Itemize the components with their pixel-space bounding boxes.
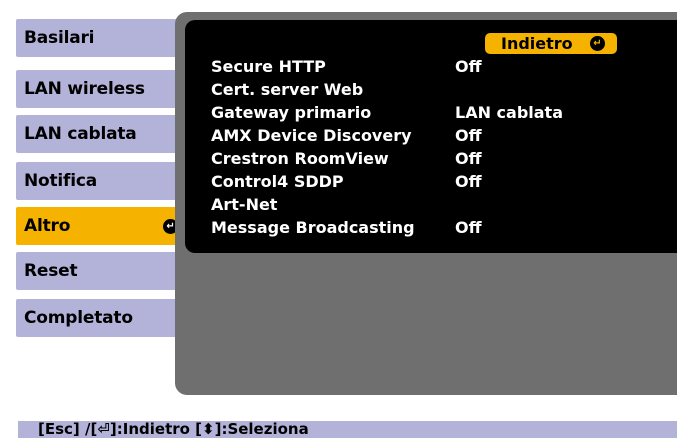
sidebar-item-reset[interactable]: Reset [16,252,188,290]
back-button-label: Indietro [501,34,573,53]
sidebar-item-label: Reset [24,261,78,281]
setting-label: Control4 SDDP [211,172,344,191]
setting-label: Secure HTTP [211,57,326,76]
setting-label: AMX Device Discovery [211,126,412,145]
setting-row-cert-server-web[interactable]: Cert. server Web [202,79,612,100]
setting-row-amx-device-discovery[interactable]: AMX Device Discovery Off [202,125,612,146]
setting-row-crestron-roomview[interactable]: Crestron RoomView Off [202,148,612,169]
setting-label: Message Broadcasting [211,218,415,237]
setting-value: Off [455,218,482,237]
enter-icon: ↵ [590,36,605,51]
sidebar-item-label: LAN cablata [24,124,137,144]
footer-hint-text: [Esc] /[⏎]:Indietro [⬍]:Seleziona [38,420,309,438]
setting-value: LAN cablata [455,103,563,122]
setting-row-art-net[interactable]: Art-Net [202,194,612,215]
settings-panel: Indietro ↵ Secure HTTP Off Cert. server … [175,12,677,395]
sidebar-item-notifica[interactable]: Notifica [16,162,188,200]
sidebar-item-altro[interactable]: Altro ↵ [16,207,188,245]
sidebar-item-lan-wireless[interactable]: LAN wireless [16,70,188,108]
setting-label: Gateway primario [211,103,372,122]
setting-label: Cert. server Web [211,80,364,99]
sidebar-item-label: Completato [24,308,133,328]
sidebar-item-lan-cablata[interactable]: LAN cablata [16,115,188,153]
setting-row-gateway-primario[interactable]: Gateway primario LAN cablata [202,102,612,123]
setting-value: Off [455,149,482,168]
sidebar-item-label: LAN wireless [24,79,145,99]
sidebar-item-label: Notifica [24,171,98,191]
setting-value: Off [455,172,482,191]
setting-value: Off [455,126,482,145]
setting-label: Crestron RoomView [211,149,389,168]
sidebar-item-completato[interactable]: Completato [16,299,188,337]
setting-value: Off [455,57,482,76]
setting-row-control4-sddp[interactable]: Control4 SDDP Off [202,171,612,192]
sidebar-item-label: Altro [24,216,71,236]
setting-row-secure-http[interactable]: Secure HTTP Off [202,56,612,77]
footer-hint-bar: [Esc] /[⏎]:Indietro [⬍]:Seleziona [18,421,677,438]
setting-label: Art-Net [211,195,278,214]
back-button[interactable]: Indietro ↵ [485,33,617,54]
sidebar-item-basilari[interactable]: Basilari [16,19,188,57]
setting-row-message-broadcasting[interactable]: Message Broadcasting Off [202,217,612,238]
sidebar-item-label: Basilari [24,28,95,48]
